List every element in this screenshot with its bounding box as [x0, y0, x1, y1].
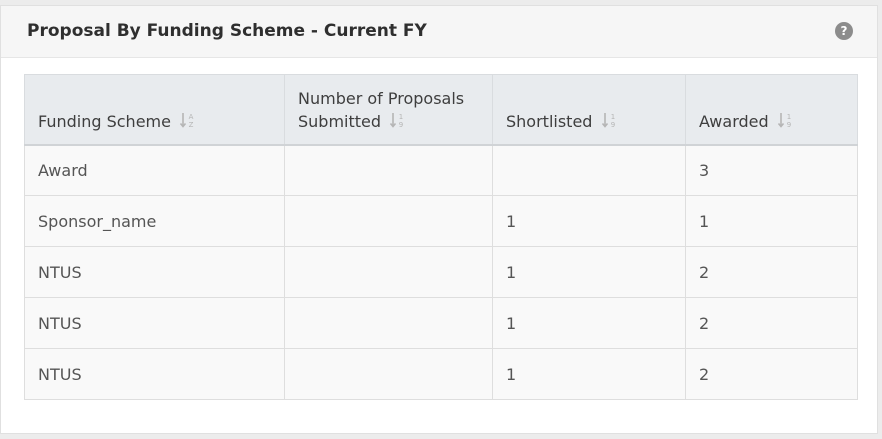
column-header-funding-scheme[interactable]: Funding Scheme A Z — [24, 74, 285, 146]
proposal-funding-panel: Proposal By Funding Scheme - Current FY … — [0, 5, 878, 434]
column-header-awarded[interactable]: Awarded 1 9 — [685, 74, 858, 146]
svg-text:Z: Z — [189, 121, 194, 129]
table-cell-shortlisted: 1 — [492, 297, 686, 349]
funding-scheme-table-container: Funding Scheme A Z Number of Proposals S… — [24, 74, 858, 400]
table-row: NTUS 1 2 — [24, 348, 858, 400]
svg-text:1: 1 — [610, 113, 614, 121]
table-cell-awarded: 2 — [685, 246, 858, 298]
table-cell-awarded: 1 — [685, 195, 858, 247]
funding-scheme-table: Funding Scheme A Z Number of Proposals S… — [24, 74, 858, 400]
table-cell-awarded: 2 — [685, 297, 858, 349]
table-cell-proposals-submitted — [284, 246, 493, 298]
table-cell-funding-scheme: NTUS — [24, 246, 285, 298]
svg-text:1: 1 — [399, 113, 403, 121]
svg-text:A: A — [189, 113, 194, 121]
sort-alpha-icon: A Z — [179, 112, 194, 129]
panel-title: Proposal By Funding Scheme - Current FY — [27, 21, 427, 41]
table-cell-shortlisted — [492, 144, 686, 196]
svg-text:1: 1 — [787, 113, 791, 121]
question-circle-icon[interactable]: ? — [835, 22, 853, 40]
table-row: NTUS 1 2 — [24, 246, 858, 298]
table-header-row: Funding Scheme A Z Number of Proposals S… — [24, 74, 858, 146]
table-cell-funding-scheme: Sponsor_name — [24, 195, 285, 247]
column-header-proposals-submitted[interactable]: Number of Proposals Submitted 1 9 — [284, 74, 493, 146]
column-header-shortlisted[interactable]: Shortlisted 1 9 — [492, 74, 686, 146]
table-cell-shortlisted: 1 — [492, 348, 686, 400]
sort-numeric-icon: 1 9 — [777, 112, 791, 129]
sort-numeric-icon: 1 9 — [601, 112, 615, 129]
table-cell-proposals-submitted — [284, 144, 493, 196]
table-cell-proposals-submitted — [284, 297, 493, 349]
sort-numeric-icon: 1 9 — [390, 112, 403, 129]
table-cell-awarded: 2 — [685, 348, 858, 400]
column-header-label: Funding Scheme — [38, 111, 171, 131]
table-cell-funding-scheme: NTUS — [24, 348, 285, 400]
table-cell-proposals-submitted — [284, 195, 493, 247]
table-cell-shortlisted: 1 — [492, 246, 686, 298]
svg-text:9: 9 — [787, 121, 791, 129]
table-cell-funding-scheme: Award — [24, 144, 285, 196]
svg-text:9: 9 — [610, 121, 614, 129]
table-cell-proposals-submitted — [284, 348, 493, 400]
panel-header: Proposal By Funding Scheme - Current FY … — [1, 6, 877, 58]
table-row: Sponsor_name 1 1 — [24, 195, 858, 247]
svg-text:9: 9 — [399, 121, 403, 129]
column-header-label: Shortlisted — [506, 111, 593, 131]
table-row: NTUS 1 2 — [24, 297, 858, 349]
table-cell-awarded: 3 — [685, 144, 858, 196]
table-cell-shortlisted: 1 — [492, 195, 686, 247]
column-header-label: Number of Proposals Submitted — [298, 88, 465, 131]
column-header-label: Awarded — [699, 111, 769, 131]
table-cell-funding-scheme: NTUS — [24, 297, 285, 349]
table-row: Award 3 — [24, 144, 858, 196]
